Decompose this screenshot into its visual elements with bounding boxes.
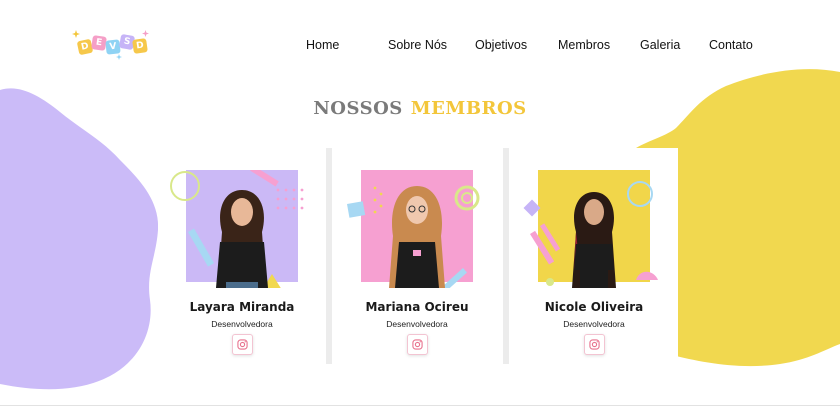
member-card: Nicole Oliveira Desenvolvedora: [510, 148, 678, 364]
member-portrait: [170, 170, 304, 288]
instagram-button[interactable]: [584, 334, 605, 355]
member-role: Desenvolvedora: [211, 319, 273, 329]
section-title: NOSSOS MEMBROS: [0, 98, 840, 119]
instagram-icon: [237, 339, 248, 350]
nav-galeria[interactable]: Galeria: [640, 38, 680, 52]
member-role: Desenvolvedora: [386, 319, 448, 329]
section-title-part1: NOSSOS: [313, 98, 403, 119]
member-photo: [170, 170, 314, 288]
section-title-part2: MEMBROS: [410, 98, 527, 119]
section-divider: [0, 405, 840, 406]
sparkle-icon: [142, 30, 149, 37]
card-divider: [326, 148, 332, 364]
member-photo: [345, 170, 489, 288]
nav-home[interactable]: Home: [306, 38, 339, 52]
member-name: Mariana Ocireu: [365, 300, 469, 314]
instagram-button[interactable]: [407, 334, 428, 355]
card-divider: [503, 148, 509, 364]
nav-sobre-nos[interactable]: Sobre Nós: [388, 38, 447, 52]
sparkle-icon: [72, 30, 80, 38]
nav-contato[interactable]: Contato: [709, 38, 753, 52]
main-nav: Home Sobre Nós Objetivos Membros Galeria…: [0, 38, 840, 56]
member-photo: [522, 170, 666, 288]
member-role: Desenvolvedora: [563, 319, 625, 329]
member-name: Nicole Oliveira: [544, 300, 644, 314]
member-card: Layara Miranda Desenvolvedora: [158, 148, 326, 364]
instagram-icon: [589, 339, 600, 350]
member-card: Mariana Ocireu Desenvolvedora: [333, 148, 501, 364]
member-portrait: [523, 181, 658, 288]
nav-membros[interactable]: Membros: [558, 38, 610, 52]
member-portrait: [347, 185, 480, 288]
member-name: Layara Miranda: [189, 300, 295, 314]
nav-objetivos[interactable]: Objetivos: [475, 38, 527, 52]
instagram-icon: [412, 339, 423, 350]
instagram-button[interactable]: [232, 334, 253, 355]
